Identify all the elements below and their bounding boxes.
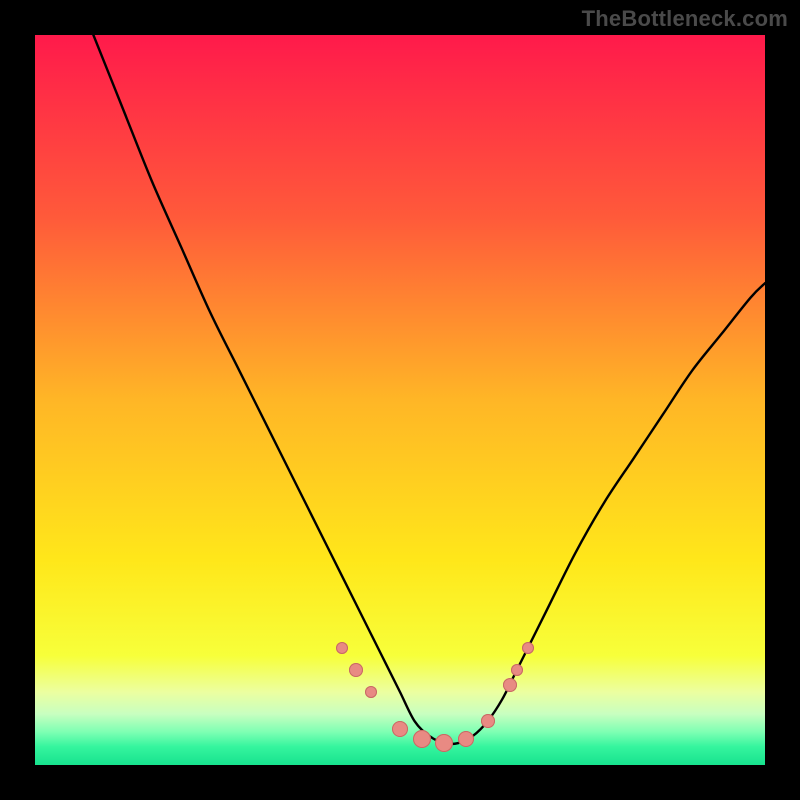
- data-marker: [365, 686, 377, 698]
- data-marker: [435, 734, 453, 752]
- data-marker: [349, 663, 363, 677]
- data-marker: [503, 678, 517, 692]
- markers-layer: [35, 35, 765, 765]
- data-marker: [336, 642, 348, 654]
- data-marker: [511, 664, 523, 676]
- data-marker: [458, 731, 474, 747]
- data-marker: [522, 642, 534, 654]
- data-marker: [413, 730, 431, 748]
- watermark-text: TheBottleneck.com: [582, 6, 788, 32]
- data-marker: [481, 714, 495, 728]
- plot-area: [35, 35, 765, 765]
- data-marker: [392, 721, 408, 737]
- chart-frame: TheBottleneck.com: [0, 0, 800, 800]
